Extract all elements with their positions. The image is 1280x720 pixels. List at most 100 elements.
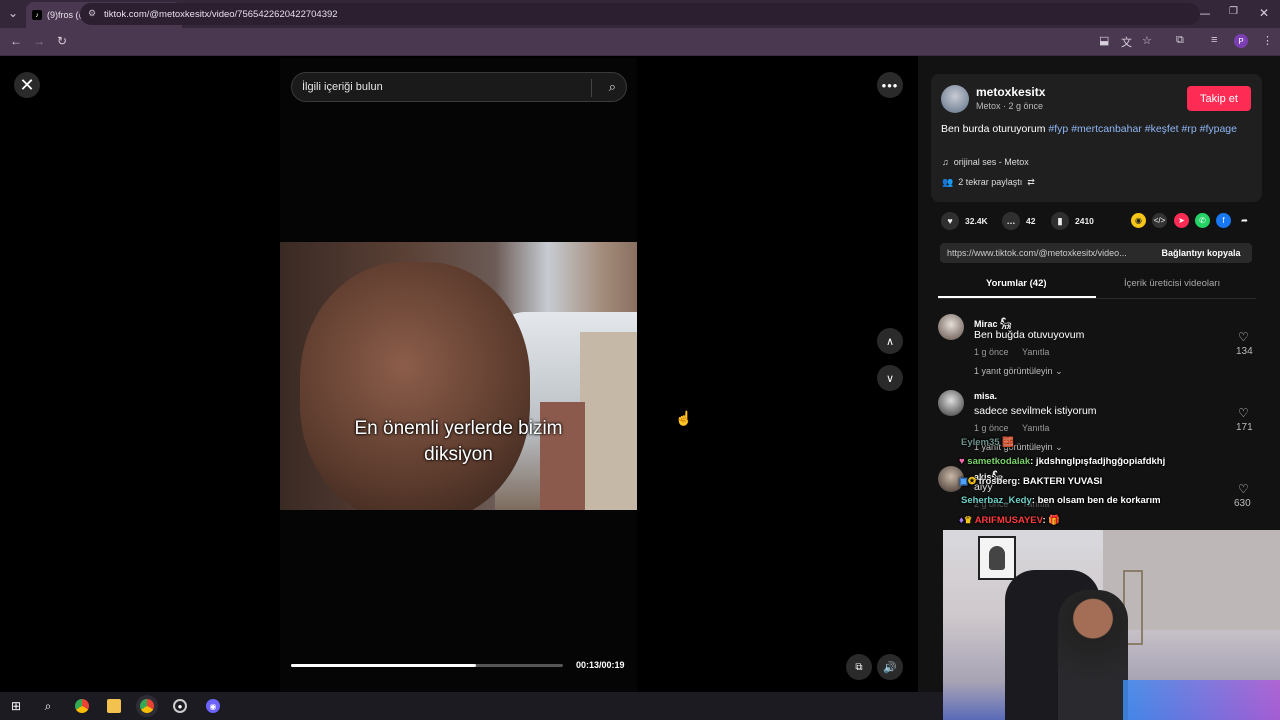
comment-like-icon[interactable]: ♡ (1238, 482, 1249, 496)
chat-text: : ben olsam ben de korkarım (1031, 495, 1161, 506)
chat-user: ARIFMUSAYEV (974, 515, 1043, 526)
hashtag-link[interactable]: #keşfet (1145, 123, 1179, 135)
repost-icon: ⇄ (1027, 177, 1035, 187)
share-arrow-icon[interactable]: ➦ (1237, 213, 1252, 228)
facebook-icon[interactable]: f (1216, 213, 1231, 228)
comment-button[interactable]: … 42 (1002, 212, 1035, 230)
music-note-icon: ♫ (942, 157, 949, 167)
copy-link-button[interactable]: Bağlantıyı kopyala (1150, 243, 1252, 263)
profile-avatar[interactable]: P (1234, 34, 1248, 48)
chrome-active-icon[interactable] (140, 699, 154, 713)
chevron-down-icon: ⌄ (1055, 366, 1063, 376)
comment-icon: … (1002, 212, 1020, 230)
mouse-cursor-icon: ☝ (675, 410, 693, 426)
previous-video-button[interactable]: ∧ (877, 328, 903, 354)
url-text: tiktok.com/@metoxkesitx/video/7565422620… (104, 8, 338, 20)
chat-text: : (1042, 515, 1046, 526)
forward-icon[interactable]: → (33, 34, 45, 48)
reply-link[interactable]: Yanıtla (1022, 423, 1049, 433)
face (300, 262, 530, 510)
commenter-name[interactable]: Mirac 𓃵 (974, 315, 1011, 330)
chat-message: ▣✪ frosberg: BAKTERI YUVASI (959, 476, 1102, 487)
search-placeholder: İlgili içeriği bulun (302, 81, 383, 93)
hashtag-link[interactable]: #fyp (1048, 123, 1068, 135)
tab-comments[interactable]: Yorumlar (42) (986, 278, 1047, 289)
hashtag-link[interactable]: #rp (1182, 123, 1197, 135)
window-close-icon[interactable]: ✕ (1259, 6, 1269, 20)
restore-icon[interactable]: ❐ (1229, 6, 1238, 17)
obs-icon[interactable]: ● (173, 699, 187, 713)
commenter-name[interactable]: misa. (974, 391, 997, 401)
more-options-button[interactable]: ••• (877, 72, 903, 98)
commenter-avatar[interactable] (938, 390, 964, 416)
coin-icon[interactable]: ◉ (1131, 213, 1146, 228)
file-explorer-icon[interactable] (107, 699, 121, 713)
comment-like-icon[interactable]: ♡ (1238, 406, 1249, 420)
view-replies-label: 1 yanıt görüntüleyin (974, 366, 1053, 376)
comment-like-icon[interactable]: ♡ (1238, 330, 1249, 344)
translate-icon[interactable]: 文 (1121, 34, 1132, 50)
url-field[interactable]: ⚙ tiktok.com/@metoxkesitx/video/75654226… (80, 3, 1200, 25)
bookmark-icon: ▮ (1051, 212, 1069, 230)
music-row[interactable]: ♫ orijinal ses - Metox (942, 157, 1029, 167)
reposter-avatars-icon: 👥 (942, 177, 954, 187)
back-icon[interactable]: ← (10, 34, 22, 48)
chat-emote-icon: 🧱 (1002, 437, 1015, 448)
comment-like-count: 171 (1236, 422, 1253, 433)
whatsapp-icon[interactable]: ✆ (1195, 213, 1210, 228)
commenter-avatar[interactable] (938, 314, 964, 340)
video-progress-bar[interactable] (291, 664, 563, 667)
author-avatar[interactable] (941, 85, 969, 113)
save-button[interactable]: ▮ 2410 (1051, 212, 1094, 230)
media-icon[interactable]: ≡ (1211, 34, 1217, 46)
app-icon[interactable]: ◉ (206, 699, 220, 713)
search-icon[interactable]: ⌕ (609, 79, 616, 95)
chevron-down-icon: ⌄ (1055, 442, 1063, 452)
video-caption: En önemli yerlerde bizim diksiyon (280, 416, 637, 468)
comment-like-count: 134 (1236, 346, 1253, 357)
view-replies-link[interactable]: 1 yanıt görüntüleyin ⌄ (974, 366, 1063, 377)
comment-time: 1 g önce (974, 423, 1009, 433)
reload-icon[interactable]: ↻ (57, 34, 67, 48)
close-video-button[interactable]: ✕ (14, 72, 40, 98)
windows-start-icon[interactable]: ⊞ (9, 699, 23, 713)
repost-row[interactable]: 👥 2 tekrar paylaştı ⇄ (942, 177, 1035, 188)
chat-user: frosberg (978, 476, 1018, 487)
hashtag-link[interactable]: #mertcanbahar (1071, 123, 1142, 135)
tab-search-icon[interactable]: ⌄ (8, 6, 18, 20)
volume-button[interactable]: 🔊 (877, 654, 903, 680)
bookmark-star-icon[interactable]: ☆ (1142, 34, 1152, 47)
browser-menu-icon[interactable]: ⋮ (1262, 34, 1273, 47)
related-search-input[interactable]: İlgili içeriği bulun ⌕ (291, 72, 627, 102)
extensions-icon[interactable]: ⧉ (1176, 34, 1184, 47)
floating-player-button[interactable]: ⧉ (846, 654, 872, 680)
install-app-icon[interactable]: ⬓ (1099, 34, 1109, 47)
next-video-button[interactable]: ∨ (877, 365, 903, 391)
like-button[interactable]: ♥ 32.4K (941, 212, 988, 230)
repost-label: 2 tekrar paylaştı (958, 177, 1023, 187)
chat-badge-icon: ♥ (959, 456, 965, 467)
divider (591, 79, 592, 97)
address-toolbar (0, 28, 1280, 56)
chrome-icon[interactable] (75, 699, 89, 713)
heart-icon: ♥ (941, 212, 959, 230)
comment-text: Ben buğda otuvuyovum (974, 329, 1085, 341)
author-username[interactable]: metoxkesitx (976, 85, 1045, 99)
share-link-text: https://www.tiktok.com/@metoxkesitx/vide… (947, 248, 1127, 258)
embed-icon[interactable]: </> (1152, 213, 1167, 228)
tab-creator-videos[interactable]: İçerik üreticisi videoları (1124, 278, 1220, 289)
send-icon[interactable]: ➤ (1174, 213, 1189, 228)
hashtag-link[interactable]: #fypage (1200, 123, 1237, 135)
music-label: orijinal ses - Metox (953, 157, 1029, 167)
post-description: Ben burda oturuyorum #fyp #mertcanbahar … (941, 122, 1241, 136)
site-info-icon[interactable]: ⚙ (88, 8, 96, 19)
video-frame (280, 242, 637, 510)
follow-button[interactable]: Takip et (1187, 86, 1251, 111)
chat-message: ♦♛ ARIFMUSAYEV: 🎁 (959, 515, 1060, 526)
progress-fill (291, 664, 476, 667)
chat-message: ♥ sametkodalak: jkdshnglpışfadjhgğopiafd… (959, 456, 1165, 467)
comment-text: sadece sevilmek istiyorum (974, 405, 1097, 417)
reply-link[interactable]: Yanıtla (1022, 347, 1049, 357)
taskbar-search-icon[interactable]: ⌕ (41, 699, 55, 713)
chat-message: Eylem35 🧱 (961, 437, 1014, 448)
